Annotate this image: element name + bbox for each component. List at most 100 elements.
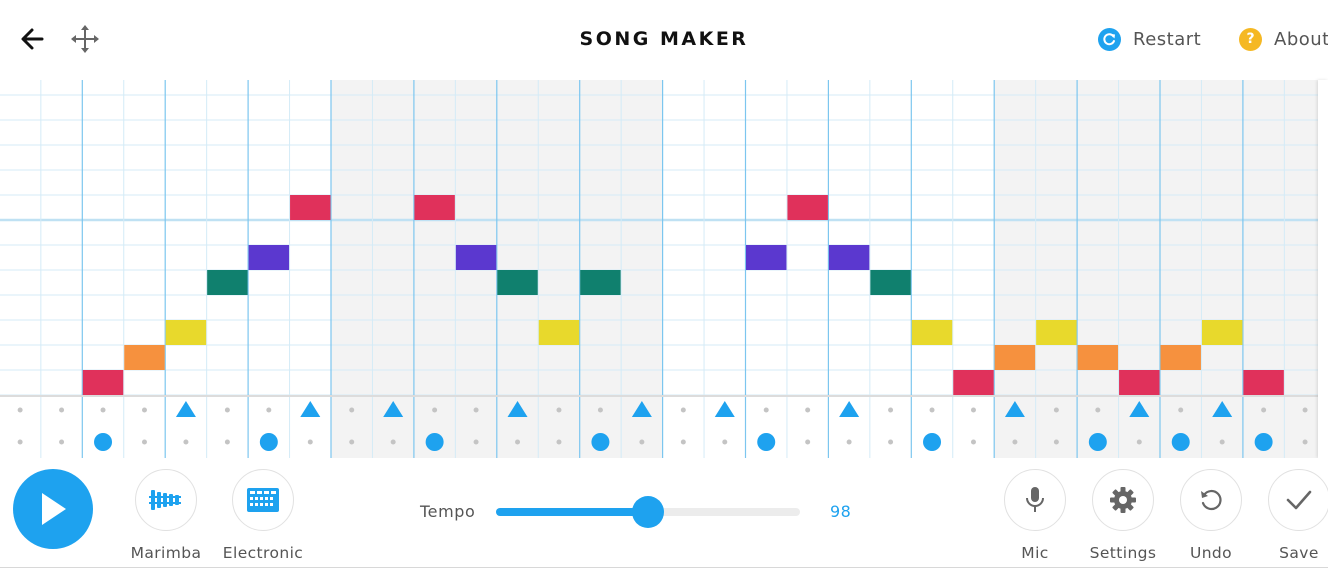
question-icon: ?	[1239, 27, 1262, 51]
tempo-slider-fill	[496, 508, 648, 516]
rhythm-dot	[141, 439, 147, 445]
play-button[interactable]	[13, 469, 93, 549]
note-cell	[248, 245, 290, 270]
rhythm-dot	[515, 439, 521, 445]
settings-button[interactable]: Settings	[1078, 469, 1168, 562]
rhythm-dot	[473, 439, 479, 445]
note-cell	[497, 270, 538, 295]
shaded-column	[538, 80, 580, 458]
rhythm-dot	[390, 439, 396, 445]
rhythm-dot	[349, 439, 355, 445]
shaded-column	[579, 80, 622, 458]
shaded-column	[1284, 80, 1318, 458]
rhythm-dot	[1261, 407, 1267, 413]
tempo-slider[interactable]	[496, 496, 800, 528]
bottom-divider	[0, 567, 1328, 568]
note-cell	[994, 345, 1036, 370]
shaded-column	[331, 80, 373, 458]
rhythm-circle	[1171, 433, 1190, 451]
marimba-icon	[149, 490, 181, 510]
tempo-slider-handle[interactable]	[632, 496, 664, 528]
note-cell	[911, 320, 953, 345]
rhythm-dot	[1012, 439, 1018, 445]
tempo-label: Tempo	[420, 502, 476, 521]
rhythm-triangle	[175, 401, 196, 417]
rhythm-dot	[1053, 439, 1059, 445]
note-cell	[207, 270, 248, 295]
rhythm-triangle	[839, 401, 860, 417]
electronic-label: Electronic	[222, 544, 304, 562]
checkmark-icon	[1286, 490, 1312, 510]
rhythm-circle	[1254, 433, 1273, 451]
note-cell	[787, 195, 828, 220]
note-cell	[1160, 345, 1201, 370]
marimba-label: Marimba	[130, 544, 202, 562]
rhythm-circle	[923, 433, 942, 451]
shaded-column	[1242, 80, 1285, 458]
rhythm-dot	[970, 439, 976, 445]
save-button[interactable]: Save	[1254, 469, 1328, 562]
rhythm-dot	[1095, 407, 1101, 413]
note-cell	[746, 245, 787, 270]
rhythm-dot	[805, 439, 811, 445]
rhythm-dot	[680, 439, 686, 445]
rhythm-dot	[888, 439, 894, 445]
undo-label: Undo	[1189, 544, 1233, 562]
rhythm-circle	[259, 433, 278, 451]
note-cell	[165, 320, 207, 345]
about-label: About	[1274, 28, 1328, 50]
mic-label: Mic	[1021, 544, 1049, 562]
shaded-column	[1035, 80, 1078, 458]
undo-button[interactable]: Undo	[1166, 469, 1256, 562]
about-button[interactable]: ? About	[1239, 26, 1328, 52]
rhythm-triangle	[714, 401, 735, 417]
rhythm-dot	[307, 439, 313, 445]
note-cell	[870, 270, 911, 295]
rhythm-dot	[680, 407, 686, 413]
rhythm-dot	[100, 407, 106, 413]
control-bar: Marimba Electronic Tempo 98 Mic Settings…	[0, 458, 1328, 568]
mic-button[interactable]: Mic	[990, 469, 1080, 562]
rhythm-dot	[805, 407, 811, 413]
undo-icon	[1201, 489, 1222, 511]
gear-icon	[1110, 487, 1136, 513]
restart-label: Restart	[1133, 28, 1202, 50]
rhythm-circle	[591, 433, 610, 451]
restart-icon	[1098, 27, 1121, 51]
rhythm-dot	[1178, 407, 1184, 413]
note-cell	[455, 245, 497, 270]
tempo-value: 98	[830, 502, 852, 521]
rhythm-dot	[17, 407, 23, 413]
rhythm-circle	[425, 433, 444, 451]
song-grid[interactable]	[0, 80, 1318, 458]
rhythm-dot	[639, 439, 645, 445]
rhythm-circle	[757, 433, 776, 451]
rhythm-dot	[349, 407, 355, 413]
rhythm-dot	[17, 439, 23, 445]
rhythm-dot	[1136, 439, 1142, 445]
shaded-column	[1077, 80, 1119, 458]
rhythm-triangle	[300, 401, 321, 417]
rhythm-circle	[1088, 433, 1107, 451]
rhythm-dot	[556, 439, 562, 445]
rhythm-dot	[846, 439, 852, 445]
note-cell	[1201, 320, 1243, 345]
electronic-instrument-button[interactable]: Electronic	[218, 469, 308, 562]
play-icon	[42, 493, 66, 525]
note-grid-canvas[interactable]	[0, 80, 1318, 458]
note-cell	[82, 370, 124, 395]
note-cell	[580, 270, 621, 295]
restart-button[interactable]: Restart	[1098, 26, 1201, 52]
shaded-column	[413, 80, 456, 458]
rhythm-dot	[224, 439, 230, 445]
marimba-instrument-button[interactable]: Marimba	[121, 469, 211, 562]
note-cell	[538, 320, 580, 345]
note-cell	[1077, 345, 1119, 370]
rhythm-dot	[970, 407, 976, 413]
rhythm-dot	[473, 407, 479, 413]
shaded-column	[1160, 80, 1202, 458]
scroll-edge	[1318, 80, 1328, 458]
drum-machine-icon	[247, 488, 279, 512]
rhythm-dot	[59, 439, 65, 445]
note-cell	[414, 195, 455, 220]
